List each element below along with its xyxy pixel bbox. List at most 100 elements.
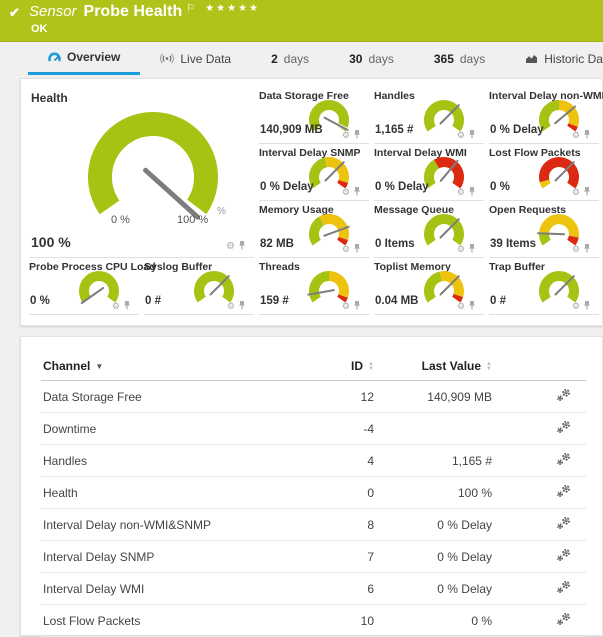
sort-icon: ▲▼	[368, 362, 374, 372]
pin-icon[interactable]	[468, 300, 476, 312]
channel-name[interactable]: Handles	[41, 445, 316, 477]
gauge-cell-probe-process-cpu-load[interactable]: Probe Process CPU Load0 %⚙	[29, 258, 139, 315]
gauge-cell-interval-delay-snmp[interactable]: Interval Delay SNMP0 % Delay⚙	[259, 144, 369, 201]
gauge-tools: ⚙	[342, 243, 361, 255]
channel-settings-icon[interactable]	[556, 580, 572, 594]
svg-text:%: %	[217, 206, 226, 217]
gauge-cell-threads[interactable]: Threads159 #⚙	[259, 258, 369, 315]
tab-365-days[interactable]: 365days	[414, 42, 505, 75]
table-row-lost-flow-packets[interactable]: Lost Flow Packets100 %	[41, 605, 586, 637]
gear-icon[interactable]: ⚙	[342, 245, 350, 254]
channel-name[interactable]: Lost Flow Packets	[41, 605, 316, 637]
pin-icon[interactable]	[468, 243, 476, 255]
pin-icon[interactable]	[353, 243, 361, 255]
channel-name[interactable]: Health	[41, 477, 316, 509]
gauge-cell-toplist-memory[interactable]: Toplist Memory0.04 MB⚙	[374, 258, 484, 315]
gear-icon[interactable]: ⚙	[572, 131, 580, 140]
gauge-value: 0 Items	[375, 238, 415, 250]
channel-settings-icon[interactable]	[556, 452, 572, 466]
gauge-cell-trap-buffer[interactable]: Trap Buffer0 #⚙	[489, 258, 599, 315]
table-row-downtime[interactable]: Downtime-4	[41, 413, 586, 445]
pin-icon[interactable]	[238, 240, 246, 253]
gear-icon[interactable]: ⚙	[457, 245, 465, 254]
gauge-tools: ⚙	[457, 300, 476, 312]
pin-icon[interactable]	[353, 300, 361, 312]
gear-icon[interactable]: ⚙	[457, 188, 465, 197]
gear-icon[interactable]: ⚙	[572, 302, 580, 311]
gear-icon[interactable]: ⚙	[572, 188, 580, 197]
gear-icon[interactable]: ⚙	[457, 302, 465, 311]
gear-icon[interactable]: ⚙	[342, 131, 350, 140]
tab-2-days[interactable]: 2days	[251, 42, 329, 75]
gauge-cell-open-requests[interactable]: Open Requests39 Items⚙	[489, 201, 599, 258]
gear-icon[interactable]: ⚙	[226, 242, 235, 252]
channel-name[interactable]: Interval Delay WMI	[41, 573, 316, 605]
gauge-cell-interval-delay-wmi[interactable]: Interval Delay WMI0 % Delay⚙	[374, 144, 484, 201]
tab-30-days[interactable]: 30days	[329, 42, 414, 75]
table-row-interval-delay-snmp[interactable]: Interval Delay SNMP70 % Delay	[41, 541, 586, 573]
pin-icon[interactable]	[583, 243, 591, 255]
health-gauge-dial: %	[56, 99, 246, 244]
gauge-tools: ⚙	[227, 300, 246, 312]
column-header-last-value[interactable]: Last Value▲▼	[376, 353, 494, 381]
table-row-health[interactable]: Health0100 %	[41, 477, 586, 509]
channel-id: 4	[316, 445, 376, 477]
channel-settings-icon[interactable]	[556, 388, 572, 402]
table-row-interval-delay-wmi[interactable]: Interval Delay WMI60 % Delay	[41, 573, 586, 605]
pin-icon[interactable]	[238, 300, 246, 312]
gauge-cell-data-storage-free[interactable]: Data Storage Free140,909 MB⚙	[259, 87, 369, 144]
gear-icon[interactable]: ⚙	[227, 302, 235, 311]
channel-name[interactable]: Interval Delay non-WMI&SNMP	[41, 509, 316, 541]
pin-icon[interactable]	[123, 300, 131, 312]
channel-name[interactable]: Downtime	[41, 413, 316, 445]
gauge-value: 0 #	[490, 295, 506, 307]
sensor-status-header: ✔ SensorProbe Health⚐★★★★★ OK	[0, 0, 603, 42]
gauge-cell-syslog-buffer[interactable]: Syslog Buffer0 #⚙	[144, 258, 254, 315]
pin-icon[interactable]	[353, 129, 361, 141]
channel-last-value: 0 % Delay	[376, 541, 494, 573]
tab-label: days	[460, 52, 485, 66]
gauge-cell-memory-usage[interactable]: Memory Usage82 MB⚙	[259, 201, 369, 258]
channel-name[interactable]: Interval Delay SNMP	[41, 541, 316, 573]
health-scale-min: 0 %	[111, 214, 130, 226]
pin-icon[interactable]	[583, 129, 591, 141]
tab-overview[interactable]: Overview	[28, 42, 140, 75]
pin-icon[interactable]	[468, 186, 476, 198]
sort-icon: ▲▼	[486, 362, 492, 372]
gauge-value: 0 % Delay	[375, 181, 429, 193]
table-row-data-storage-free[interactable]: Data Storage Free12140,909 MB	[41, 381, 586, 413]
channel-settings-icon[interactable]	[556, 484, 572, 498]
flag-icon[interactable]: ⚐	[186, 3, 195, 14]
table-row-interval-delay-non-wmi-snmp[interactable]: Interval Delay non-WMI&SNMP80 % Delay	[41, 509, 586, 541]
ok-check-icon: ✔	[9, 5, 20, 21]
channel-last-value: 0 %	[376, 605, 494, 637]
gear-icon[interactable]: ⚙	[342, 302, 350, 311]
tab-live-data[interactable]: Live Data	[140, 42, 251, 75]
channel-last-value: 140,909 MB	[376, 381, 494, 413]
gauge-grid: Health % 0 % 100 % 100 % ⚙ Data Storage …	[29, 87, 602, 315]
gauge-cell-lost-flow-packets[interactable]: Lost Flow Packets0 %⚙	[489, 144, 599, 201]
column-header-channel[interactable]: Channel▼	[41, 353, 316, 381]
health-scale-max: 100 %	[177, 214, 208, 226]
pin-icon[interactable]	[468, 129, 476, 141]
table-row-handles[interactable]: Handles41,165 #	[41, 445, 586, 477]
priority-stars[interactable]: ★★★★★	[205, 3, 260, 14]
pin-icon[interactable]	[583, 186, 591, 198]
gear-icon[interactable]: ⚙	[342, 188, 350, 197]
gauge-cell-message-queue[interactable]: Message Queue0 Items⚙	[374, 201, 484, 258]
channel-settings-icon[interactable]	[556, 420, 572, 434]
tab-historic-data[interactable]: Historic Data	[505, 42, 603, 75]
pin-icon[interactable]	[353, 186, 361, 198]
channel-settings-icon[interactable]	[556, 612, 572, 626]
channel-name[interactable]: Data Storage Free	[41, 381, 316, 413]
health-gauge-cell[interactable]: Health % 0 % 100 % 100 % ⚙	[29, 87, 254, 258]
gauge-cell-interval-delay-non-wmi-snmp[interactable]: Interval Delay non-WMI&SNMP0 % Delay⚙	[489, 87, 599, 144]
pin-icon[interactable]	[583, 300, 591, 312]
gauge-cell-handles[interactable]: Handles1,165 #⚙	[374, 87, 484, 144]
column-header-id[interactable]: ID▲▼	[316, 353, 376, 381]
gauges-panel: Health % 0 % 100 % 100 % ⚙ Data Storage …	[20, 78, 603, 326]
gear-icon[interactable]: ⚙	[572, 245, 580, 254]
gear-icon[interactable]: ⚙	[112, 302, 120, 311]
channel-settings-icon[interactable]	[556, 516, 572, 530]
gear-icon[interactable]: ⚙	[457, 131, 465, 140]
